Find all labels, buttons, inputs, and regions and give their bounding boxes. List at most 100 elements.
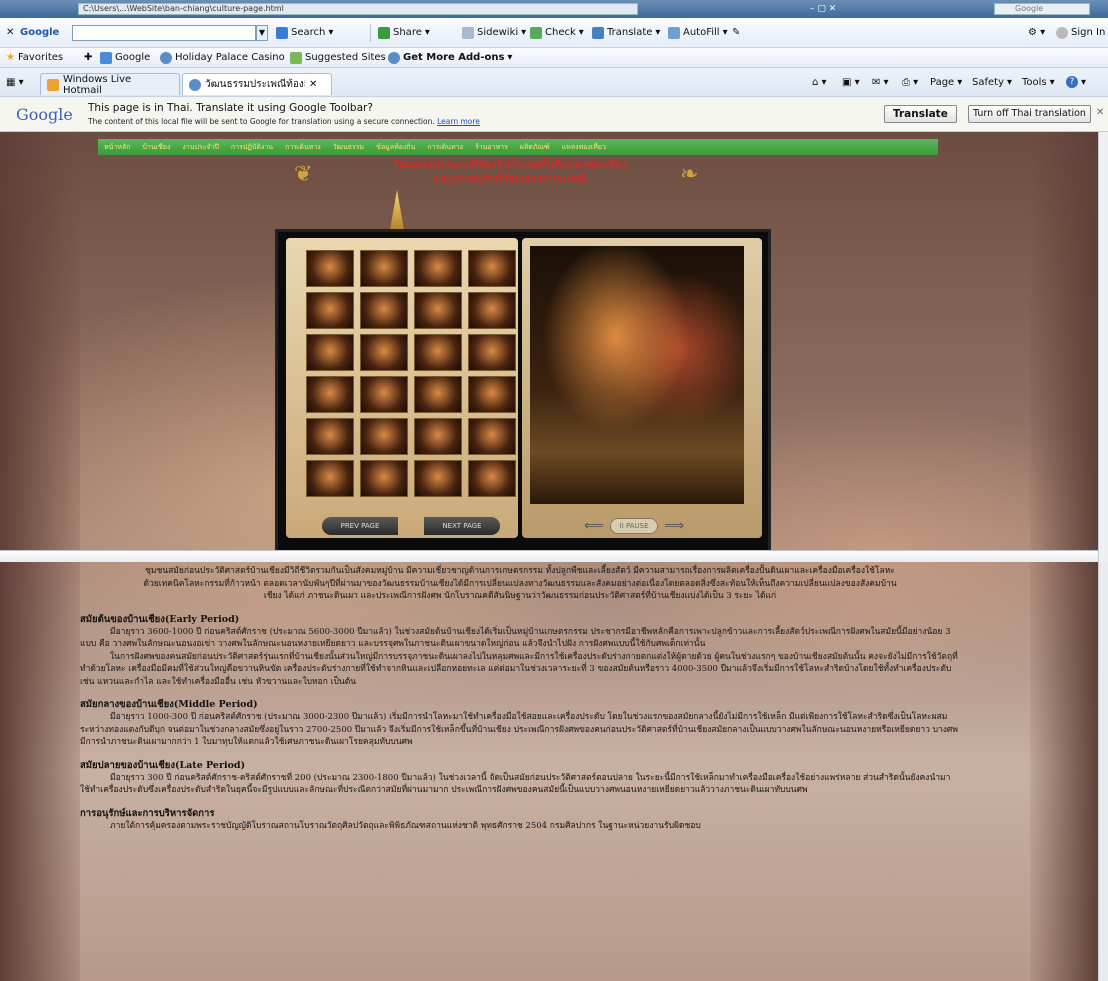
page-menu[interactable]: Page ▾ xyxy=(930,68,962,96)
nav-item[interactable]: การเดินทาง xyxy=(427,142,463,153)
gallery-thumbnail[interactable] xyxy=(306,376,354,413)
help-icon[interactable]: ? ▾ xyxy=(1066,68,1086,96)
prev-page-button[interactable]: PREV PAGE xyxy=(322,517,398,535)
tools-menu[interactable]: Tools ▾ xyxy=(1022,68,1055,96)
gallery-thumbnail[interactable] xyxy=(414,292,462,329)
gallery-thumbnail[interactable] xyxy=(414,250,462,287)
nav-item[interactable]: ข้อมูลท้องถิ่น xyxy=(376,142,415,153)
mail-icon[interactable]: ✉ ▾ xyxy=(872,68,889,96)
gallery-thumbnail[interactable] xyxy=(306,460,354,497)
section-heading: สมัยต้นของบ้านเชียง(Early Period) xyxy=(80,613,240,625)
tab-culture-page[interactable]: วัฒนธรรมประเพณีท้องถิ่น...✕ xyxy=(182,73,332,95)
gallery-right-page: ⟸ II PAUSE ⟹ xyxy=(522,238,762,538)
translate-button[interactable]: Translate xyxy=(884,105,957,123)
gallery-thumbnail[interactable] xyxy=(306,334,354,371)
fav-link-addons[interactable]: Get More Add-ons ▾ xyxy=(388,48,512,67)
sign-in-link[interactable]: Sign In ▾ xyxy=(1056,18,1108,47)
search-button[interactable]: Search ▾ xyxy=(276,18,333,47)
wrench-icon[interactable]: ⚙ ▾ xyxy=(1028,18,1045,47)
gallery-thumbnail[interactable] xyxy=(468,460,516,497)
suggested-sites-icon xyxy=(290,51,302,64)
quick-tabs-icon[interactable]: ▦ ▾ xyxy=(6,68,24,96)
sidewiki-button[interactable]: Sidewiki ▾ xyxy=(462,18,526,47)
close-infobar-icon[interactable]: ✕ xyxy=(1096,107,1104,118)
translate-toolbar-button[interactable]: Translate ▾ xyxy=(592,18,660,47)
home-icon[interactable]: ⌂ ▾ xyxy=(812,68,827,96)
gallery-thumbnail[interactable] xyxy=(360,418,408,455)
gallery-thumbnail[interactable] xyxy=(360,250,408,287)
gallery-thumbnail[interactable] xyxy=(360,460,408,497)
gallery-thumbnail[interactable] xyxy=(468,376,516,413)
web-content: หน้าหลัก บ้านเชียง งานประจำปี การปฏิบัติ… xyxy=(0,132,1108,981)
page-title: วัฒนธรรมประเพณีท้องถิ่นในเขตพื้นที่แหล่ง… xyxy=(392,159,628,185)
gallery-thumbnail[interactable] xyxy=(306,250,354,287)
google-search-input[interactable] xyxy=(72,25,256,41)
nav-item[interactable]: การเดินทาง xyxy=(285,142,321,153)
nav-item[interactable]: บ้านเชียง xyxy=(142,142,170,153)
translate-headline: This page is in Thai. Translate it using… xyxy=(88,102,373,114)
gallery-thumbnail[interactable] xyxy=(414,418,462,455)
learn-more-link[interactable]: Learn more xyxy=(437,117,480,126)
nav-item[interactable]: แหล่งท่องเที่ยว xyxy=(562,142,606,153)
favorites-button[interactable]: ★ Favorites xyxy=(6,48,63,67)
gallery-thumbnail[interactable] xyxy=(306,418,354,455)
article-body: ชุมชนสมัยก่อนประวัติศาสตร์บ้านเชียงมีวิถ… xyxy=(80,565,960,832)
toolbar-close-icon[interactable]: ✕ xyxy=(6,18,14,47)
nav-item[interactable]: ผลิตภัณฑ์ xyxy=(520,142,550,153)
autofill-icon xyxy=(668,26,680,39)
share-button[interactable]: Share ▾ xyxy=(378,18,430,47)
address-bar[interactable]: C:\Users\...\WebSite\ban-chiang\culture-… xyxy=(78,3,638,15)
window-controls[interactable]: – ▢ ✕ xyxy=(810,3,850,15)
gallery-thumbnail[interactable] xyxy=(468,250,516,287)
google-toolbar: ✕ Google ▼ Search ▾ Share ▾ Sidewiki ▾ C… xyxy=(0,18,1108,48)
fav-link-holiday-palace[interactable]: Holiday Palace Casino xyxy=(160,48,285,67)
print-icon[interactable]: ⎙ ▾ xyxy=(902,68,918,96)
check-button[interactable]: Check ▾ xyxy=(530,18,584,47)
live-search-box[interactable]: Google xyxy=(994,3,1090,15)
pencil-icon[interactable]: ✎ xyxy=(732,18,740,47)
google-icon xyxy=(100,51,112,64)
section-paragraph: มีอายุราว 3600-1000 ปี ก่อนคริสต์ศักราช … xyxy=(80,626,951,650)
window-titlebar: C:\Users\...\WebSite\ban-chiang\culture-… xyxy=(0,0,1108,18)
google-toolbar-logo: Google xyxy=(20,27,60,38)
nav-item[interactable]: วัฒนธรรม xyxy=(333,142,364,153)
pause-button[interactable]: II PAUSE xyxy=(610,518,659,534)
vertical-scrollbar[interactable] xyxy=(1098,562,1108,981)
share-icon xyxy=(378,26,390,39)
gallery-thumbnail[interactable] xyxy=(468,292,516,329)
gallery-thumbnail[interactable] xyxy=(468,334,516,371)
star-icon: ★ xyxy=(6,52,15,63)
gallery-thumbnail[interactable] xyxy=(306,292,354,329)
fav-link-suggested-sites[interactable]: Suggested Sites ▾ xyxy=(290,48,394,67)
tab-hotmail[interactable]: Windows Live Hotmail xyxy=(40,73,180,96)
arrow-left-icon[interactable]: ⟸ xyxy=(584,518,604,534)
gallery-thumbnail[interactable] xyxy=(360,376,408,413)
nav-item[interactable]: การปฏิบัติงาน xyxy=(231,142,273,153)
nav-item[interactable]: หน้าหลัก xyxy=(104,142,130,153)
ie-page-icon xyxy=(160,51,172,64)
nav-item[interactable]: งานประจำปี xyxy=(182,142,219,153)
arrow-right-icon[interactable]: ⟹ xyxy=(664,518,684,534)
gallery-thumbnail[interactable] xyxy=(414,376,462,413)
gallery-thumbnail[interactable] xyxy=(414,334,462,371)
translate-subtext: The content of this local file will be s… xyxy=(88,117,480,126)
safety-menu[interactable]: Safety ▾ xyxy=(972,68,1012,96)
chevron-down-icon[interactable]: ▼ xyxy=(256,25,268,41)
toolbar-divider xyxy=(370,24,371,42)
feeds-icon[interactable]: ▣ ▾ xyxy=(842,68,860,96)
gallery-thumbnail[interactable] xyxy=(360,334,408,371)
close-tab-icon[interactable]: ✕ xyxy=(309,79,317,90)
turn-off-translation-button[interactable]: Turn off Thai translation xyxy=(968,105,1091,123)
intro-paragraph: ชุมชนสมัยก่อนประวัติศาสตร์บ้านเชียงมีวิถ… xyxy=(143,566,897,601)
autofill-button[interactable]: AutoFill ▾ xyxy=(668,18,728,47)
nav-item[interactable]: ร้านอาหาร xyxy=(475,142,508,153)
next-page-button[interactable]: NEXT PAGE xyxy=(424,517,500,535)
gallery-thumbnail[interactable] xyxy=(414,460,462,497)
site-nav: หน้าหลัก บ้านเชียง งานประจำปี การปฏิบัติ… xyxy=(98,139,938,155)
fav-link-google[interactable]: Google xyxy=(100,48,150,67)
gallery-thumbnail[interactable] xyxy=(468,418,516,455)
thumbnail-grid xyxy=(306,250,518,508)
ie-page-icon xyxy=(388,51,400,64)
add-favorite-icon[interactable]: ✚ xyxy=(84,48,92,67)
gallery-thumbnail[interactable] xyxy=(360,292,408,329)
